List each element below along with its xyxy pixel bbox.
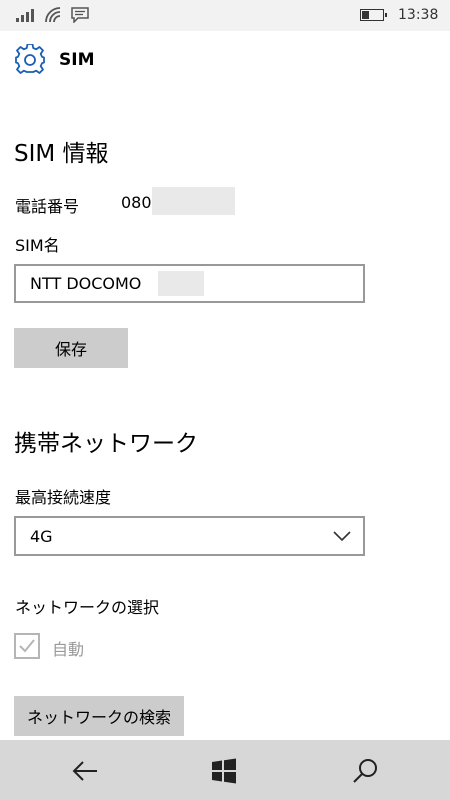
- gear-icon: [15, 44, 45, 74]
- navigation-bar: [0, 740, 450, 800]
- checkmark-icon: [19, 639, 35, 653]
- search-icon[interactable]: [350, 756, 380, 786]
- network-search-button-label: ネットワークの検索: [26, 708, 171, 727]
- message-icon: [71, 7, 89, 23]
- network-selection-label: ネットワークの選択: [15, 598, 160, 617]
- phone-number-label: 電話番号: [15, 197, 80, 216]
- status-time: 13:38: [398, 7, 439, 23]
- sim-name-value: NTT DOCOMO: [30, 274, 142, 293]
- battery-icon: [360, 9, 387, 21]
- cellular-network-heading: 携帯ネットワーク: [14, 431, 198, 457]
- auto-checkbox[interactable]: [14, 633, 40, 659]
- sim-name-label: SIM名: [15, 236, 60, 255]
- sim-info-heading: SIM 情報: [14, 141, 109, 167]
- wifi-icon: [45, 7, 61, 23]
- save-button[interactable]: 保存: [14, 328, 128, 368]
- redacted-area: [152, 187, 235, 215]
- redacted-area: [158, 271, 204, 296]
- save-button-label: 保存: [54, 340, 87, 359]
- network-search-button[interactable]: ネットワークの検索: [14, 696, 184, 736]
- auto-checkbox-label: 自動: [52, 640, 85, 659]
- max-speed-select[interactable]: 4G: [14, 516, 365, 556]
- signal-icon: [16, 8, 36, 22]
- max-speed-label: 最高接続速度: [15, 488, 112, 507]
- phone-number-value: 080: [121, 193, 152, 212]
- chevron-down-icon: [333, 531, 351, 542]
- back-icon[interactable]: [70, 756, 100, 786]
- max-speed-value: 4G: [30, 527, 53, 546]
- status-bar: 13:38: [0, 0, 450, 31]
- windows-icon[interactable]: [209, 756, 239, 786]
- page-header: SIM: [14, 43, 95, 77]
- page-title: SIM: [59, 50, 95, 70]
- sim-name-input[interactable]: NTT DOCOMO: [14, 264, 365, 303]
